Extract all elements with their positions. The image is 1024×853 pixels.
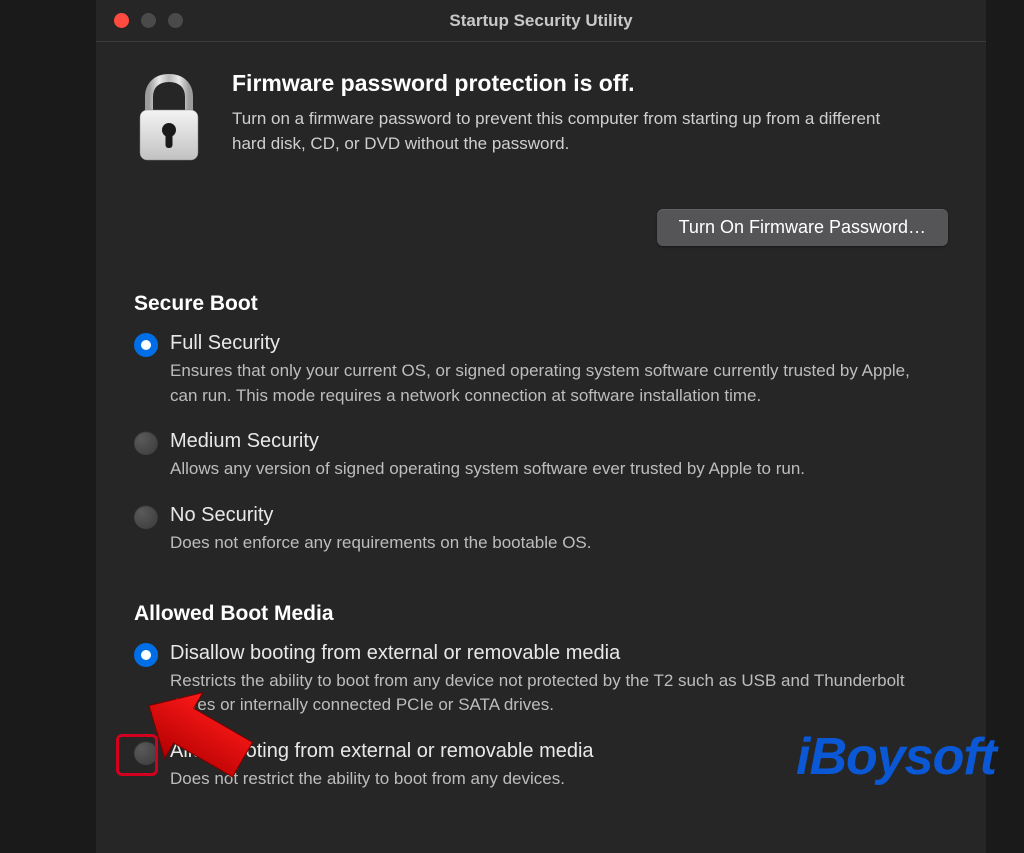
- radio-indicator-icon: [134, 505, 158, 529]
- option-text-block: No Security Does not enforce any require…: [170, 504, 948, 556]
- radio-indicator-icon: [134, 431, 158, 455]
- option-text-block: Full Security Ensures that only your cur…: [170, 332, 948, 408]
- turn-on-firmware-password-button[interactable]: Turn On Firmware Password…: [657, 209, 948, 246]
- option-description: Restricts the ability to boot from any d…: [170, 669, 930, 718]
- option-description: Does not enforce any requirements on the…: [170, 531, 930, 556]
- firmware-heading: Firmware password protection is off.: [232, 70, 948, 97]
- option-text-block: Medium Security Allows any version of si…: [170, 430, 948, 482]
- option-label: No Security: [170, 504, 948, 527]
- option-label: Disallow booting from external or remova…: [170, 642, 948, 665]
- option-description: Allows any version of signed operating s…: [170, 457, 930, 482]
- content-area: Firmware password protection is off. Tur…: [96, 42, 986, 853]
- option-text-block: Allow booting from external or removable…: [170, 740, 948, 792]
- traffic-lights: [114, 13, 183, 28]
- secure-boot-heading: Secure Boot: [134, 292, 948, 316]
- option-description: Ensures that only your current OS, or si…: [170, 359, 930, 408]
- minimize-window-button[interactable]: [141, 13, 156, 28]
- option-text-block: Disallow booting from external or remova…: [170, 642, 948, 718]
- window-title: Startup Security Utility: [449, 11, 632, 31]
- option-label: Full Security: [170, 332, 948, 355]
- firmware-description: Turn on a firmware password to prevent t…: [232, 107, 892, 156]
- titlebar: Startup Security Utility: [96, 0, 986, 42]
- option-description: Does not restrict the ability to boot fr…: [170, 767, 930, 792]
- allowed-boot-media-heading: Allowed Boot Media: [134, 602, 948, 626]
- radio-indicator-icon: [134, 333, 158, 357]
- firmware-section: Firmware password protection is off. Tur…: [134, 70, 948, 169]
- radio-indicator-icon: [134, 643, 158, 667]
- firmware-button-row: Turn On Firmware Password…: [134, 209, 948, 246]
- radio-disallow-external-boot[interactable]: Disallow booting from external or remova…: [134, 642, 948, 718]
- radio-indicator-icon: [134, 741, 158, 765]
- lock-icon: [134, 74, 204, 169]
- window-frame: Startup Security Utility: [96, 0, 986, 853]
- close-window-button[interactable]: [114, 13, 129, 28]
- firmware-text-block: Firmware password protection is off. Tur…: [232, 70, 948, 156]
- maximize-window-button[interactable]: [168, 13, 183, 28]
- radio-full-security[interactable]: Full Security Ensures that only your cur…: [134, 332, 948, 408]
- radio-medium-security[interactable]: Medium Security Allows any version of si…: [134, 430, 948, 482]
- option-label: Medium Security: [170, 430, 948, 453]
- radio-no-security[interactable]: No Security Does not enforce any require…: [134, 504, 948, 556]
- option-label: Allow booting from external or removable…: [170, 740, 948, 763]
- radio-allow-external-boot[interactable]: Allow booting from external or removable…: [134, 740, 948, 792]
